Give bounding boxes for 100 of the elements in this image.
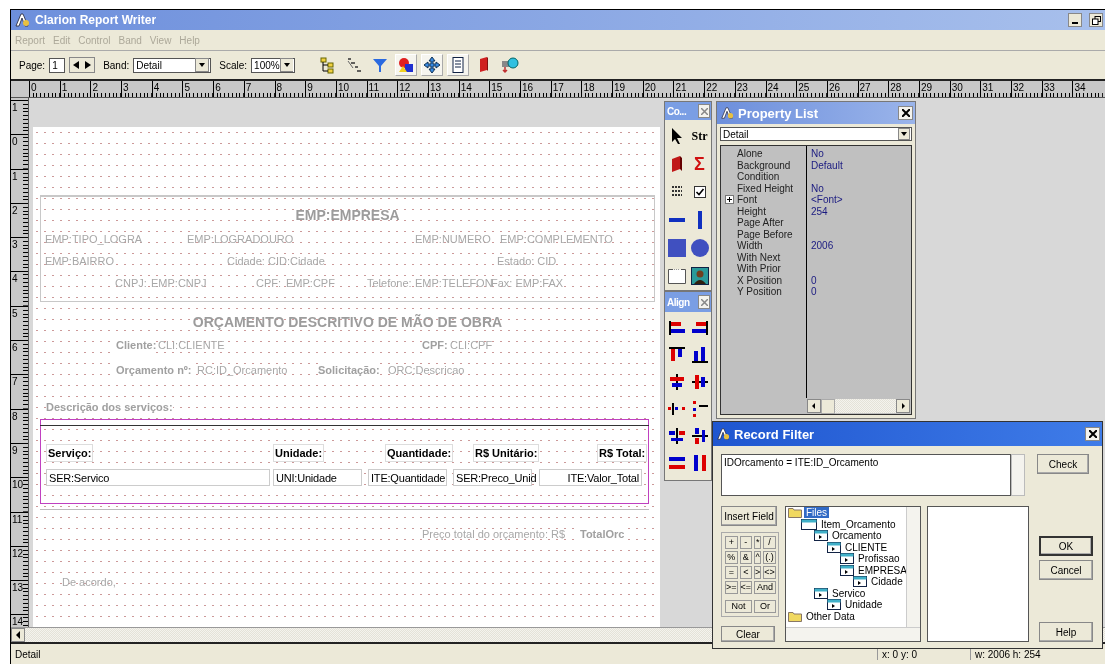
property-value[interactable]: No (807, 148, 824, 160)
operator-button[interactable]: Or (754, 600, 776, 613)
page-label: Page: (19, 59, 46, 71)
cancel-button[interactable]: Cancel (1039, 560, 1093, 580)
operator-button[interactable]: = (725, 566, 738, 579)
checkbox-icon[interactable] (693, 186, 706, 198)
field-list[interactable] (927, 506, 1029, 642)
text-block-icon[interactable] (670, 185, 683, 199)
property-name[interactable]: Background (737, 159, 791, 171)
band-dropdown[interactable]: Detail (133, 57, 212, 73)
property-name[interactable]: Page Before (737, 228, 793, 240)
ok-button[interactable]: OK (1039, 536, 1093, 556)
property-value[interactable]: Default (807, 159, 843, 171)
property-name[interactable]: Y Position (737, 286, 782, 298)
property-value[interactable]: 0 (807, 274, 817, 286)
tree-item[interactable]: Profissao (856, 553, 902, 565)
operator-button[interactable]: Not (725, 600, 753, 613)
tree-item[interactable]: Files (804, 507, 830, 519)
property-name[interactable]: Font (737, 194, 757, 206)
sum-tool[interactable]: Σ (694, 155, 705, 173)
minimize-button[interactable] (1068, 13, 1082, 27)
tree-item[interactable]: CLIENTE (843, 541, 890, 553)
string-tool[interactable]: Str (691, 128, 708, 144)
operator-button[interactable]: (.) (763, 551, 776, 564)
tree-item[interactable]: Other Data (804, 610, 857, 622)
operator-button[interactable]: And (754, 581, 776, 594)
scale-label: Scale: (219, 59, 248, 71)
property-name[interactable]: Alone (737, 148, 763, 160)
ruler-number: 30 (950, 82, 963, 93)
property-name[interactable]: Page After (737, 217, 784, 229)
box-icon[interactable] (667, 239, 686, 257)
scrollbar[interactable] (786, 627, 920, 641)
ruler-number: 13 (428, 82, 442, 93)
scale-dropdown[interactable]: 100% (251, 57, 296, 73)
toolbar-button[interactable] (447, 54, 470, 76)
help-button[interactable]: Help (1039, 622, 1093, 642)
align-icon[interactable] (689, 425, 710, 446)
pointer-icon[interactable] (670, 128, 683, 144)
scroll-left-icon[interactable] (807, 399, 821, 413)
scrollbar[interactable] (1011, 454, 1025, 496)
property-name[interactable]: Condition (737, 171, 780, 183)
restore-button[interactable] (1089, 13, 1103, 27)
operator-button[interactable]: & (739, 551, 753, 564)
operator-button[interactable]: - (739, 536, 753, 549)
operator-button[interactable]: < (739, 566, 753, 579)
tree-item[interactable]: Item_Orcamento (819, 518, 898, 530)
operator-button[interactable]: ^ (754, 551, 762, 564)
expression-field[interactable]: IDOrcamento = ITE:ID_Orcamento (721, 454, 1011, 496)
operator-button[interactable]: <> (763, 566, 776, 579)
property-value[interactable]: 254 (807, 205, 828, 217)
object-dropdown[interactable]: Detail (720, 127, 912, 141)
operator-button[interactable]: >= (725, 581, 738, 594)
operator-button[interactable]: / (763, 536, 776, 549)
property-value[interactable]: 2006 (807, 240, 834, 252)
tree-item[interactable]: Unidade (843, 599, 885, 611)
operator-button[interactable]: * (754, 536, 762, 549)
property-name[interactable]: Height (737, 205, 766, 217)
ruler-number: 18 (582, 82, 595, 93)
app-icon (716, 427, 730, 441)
page-arrows-icon[interactable] (69, 57, 96, 73)
ruler-number: 24 (766, 82, 779, 93)
check-button[interactable]: Check (1037, 454, 1089, 474)
tree-item[interactable]: EMPRESA (856, 564, 909, 576)
property-name[interactable]: Width (737, 240, 763, 252)
ruler-number: 11 (367, 82, 379, 93)
book-icon[interactable] (670, 156, 683, 172)
operator-button[interactable]: + (725, 536, 738, 549)
align-icon[interactable] (689, 344, 710, 365)
scroll-right-icon[interactable] (896, 399, 910, 413)
toolbar-button[interactable] (421, 54, 444, 76)
toolbar-button[interactable] (395, 54, 418, 76)
tree-item[interactable]: Orcamento (830, 530, 884, 542)
clear-button[interactable]: Clear (721, 626, 775, 642)
scrollbar[interactable] (906, 507, 920, 627)
page-field[interactable]: 1 (49, 57, 66, 73)
group-box-icon[interactable] (667, 268, 686, 284)
operator-button[interactable]: > (754, 566, 762, 579)
expand-icon[interactable] (725, 195, 734, 204)
column-header: Quantidade: (385, 444, 454, 462)
operator-button[interactable]: <= (739, 581, 753, 594)
property-name[interactable]: With Next (737, 251, 781, 263)
tree-item[interactable]: Cidade (869, 576, 905, 588)
operator-button[interactable]: % (725, 551, 738, 564)
property-value[interactable]: 0 (807, 286, 817, 298)
property-value[interactable]: <Font> (807, 194, 843, 206)
insert-field-button[interactable]: Insert Field (721, 506, 777, 526)
scrollbar-thumb[interactable] (821, 398, 835, 414)
tree-item[interactable]: Servico (830, 587, 868, 599)
close-button[interactable] (898, 106, 913, 120)
property-name[interactable]: X Position (737, 274, 783, 286)
property-name[interactable]: Fixed Height (737, 182, 794, 194)
property-value[interactable]: No (807, 182, 824, 194)
picture-icon[interactable] (690, 267, 709, 285)
table-icon (827, 599, 841, 611)
property-name[interactable]: With Prior (737, 263, 781, 275)
close-button[interactable] (1085, 427, 1100, 441)
ellipse-icon[interactable] (690, 239, 709, 257)
report-text: CLI:CPF (450, 338, 493, 353)
scroll-left-button[interactable] (11, 628, 25, 642)
align-icon[interactable] (666, 425, 687, 446)
